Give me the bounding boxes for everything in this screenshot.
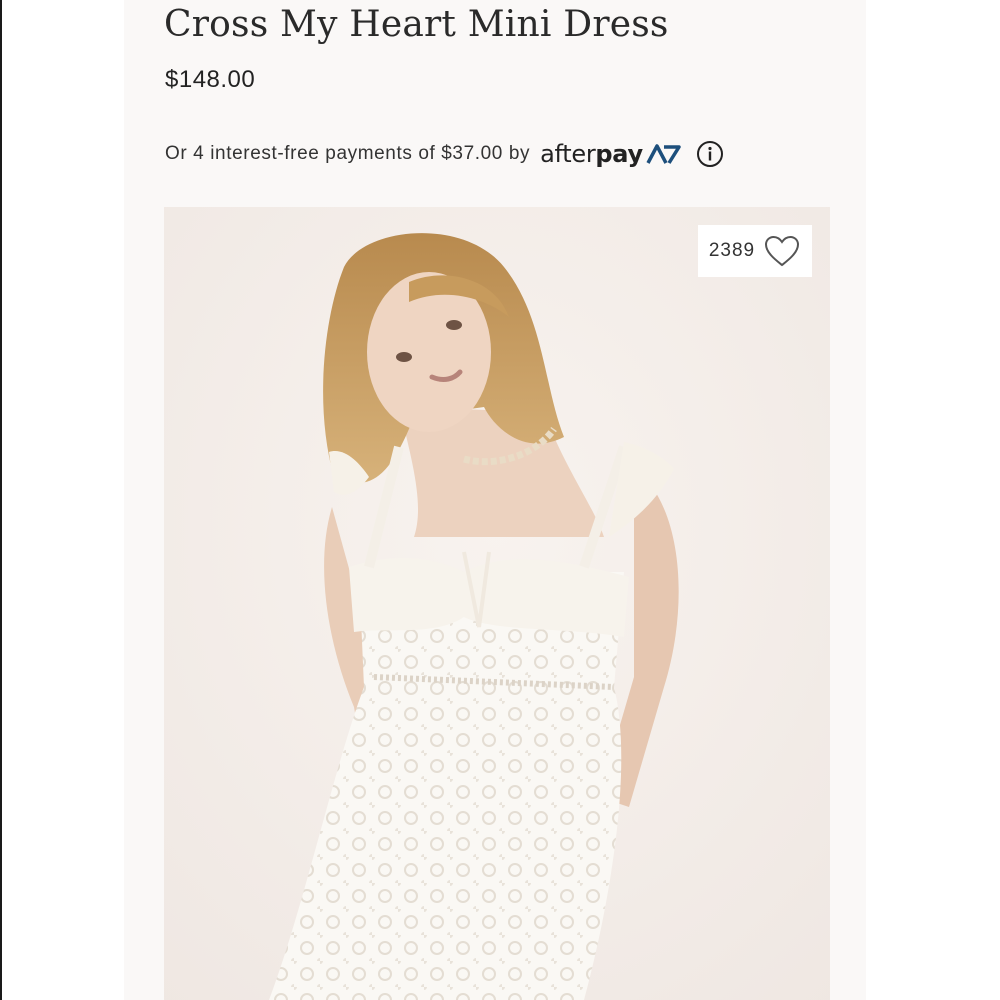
- product-price: $148.00: [165, 66, 256, 93]
- like-count: 2389: [708, 240, 756, 261]
- heart-outline-icon: [765, 235, 800, 267]
- afterpay-logo-bold: pay: [595, 140, 643, 168]
- product-title: Cross My Heart Mini Dress: [164, 4, 669, 45]
- info-icon[interactable]: [696, 140, 724, 168]
- afterpay-logo[interactable]: after pay: [540, 140, 682, 168]
- afterpay-text: Or 4 interest-free payments of $37.00 by: [165, 143, 531, 164]
- afterpay-arrows-icon: [646, 144, 681, 164]
- left-border: [0, 0, 2, 1000]
- model-photo: [164, 207, 830, 1000]
- afterpay-logo-light: after: [540, 140, 596, 168]
- afterpay-row: Or 4 interest-free payments of $37.00 by…: [165, 136, 724, 172]
- product-image[interactable]: 2389: [164, 207, 830, 1000]
- like-button[interactable]: 2389: [698, 225, 812, 277]
